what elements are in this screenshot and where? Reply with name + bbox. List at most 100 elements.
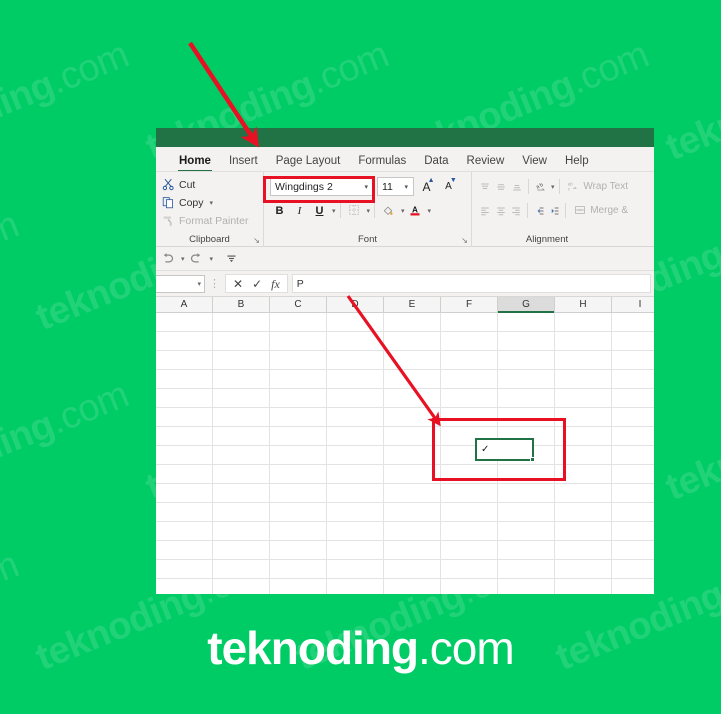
grid-cell[interactable] [384, 522, 441, 540]
grid-cell[interactable] [327, 541, 384, 559]
grid-cell[interactable] [213, 465, 270, 483]
grid-cell[interactable] [270, 370, 327, 388]
grid-cell[interactable] [441, 503, 498, 521]
chevron-down-icon[interactable]: ▾ [367, 207, 371, 215]
grid-cell[interactable] [441, 465, 498, 483]
align-center-button[interactable] [493, 201, 507, 220]
grid-cell[interactable] [441, 313, 498, 331]
grid-cell[interactable] [156, 332, 213, 350]
fill-handle[interactable] [530, 457, 535, 462]
grid-cell[interactable] [441, 484, 498, 502]
grid-cell[interactable] [156, 579, 213, 594]
grid-cell[interactable] [612, 484, 654, 502]
grid-cell[interactable] [612, 579, 654, 594]
grid-cell[interactable] [555, 522, 612, 540]
chevron-down-icon[interactable]: ▾ [210, 255, 214, 263]
grid-cell[interactable] [270, 560, 327, 578]
grid-cell[interactable] [327, 313, 384, 331]
tab-data[interactable]: Data [415, 154, 457, 172]
align-right-button[interactable] [509, 201, 523, 220]
grid-cell[interactable] [555, 503, 612, 521]
grid-cell[interactable] [384, 332, 441, 350]
grid-cell[interactable] [327, 465, 384, 483]
grid-cell[interactable] [612, 446, 654, 464]
tab-insert[interactable]: Insert [220, 154, 267, 172]
grid-cell[interactable] [156, 503, 213, 521]
grid-cell[interactable] [498, 579, 555, 594]
grid-cell[interactable] [612, 465, 654, 483]
grid-cell[interactable] [498, 503, 555, 521]
align-middle-button[interactable] [494, 177, 509, 196]
font-name-combo[interactable]: Wingdings 2 ▾ [270, 177, 374, 196]
column-header-h[interactable]: H [555, 297, 612, 312]
grid-cell[interactable] [612, 313, 654, 331]
font-size-combo[interactable]: 11 ▾ [377, 177, 414, 196]
grid-cell[interactable] [612, 370, 654, 388]
chevron-down-icon[interactable]: ▾ [428, 207, 432, 215]
grid-cell[interactable] [213, 446, 270, 464]
grid-cell[interactable] [156, 408, 213, 426]
font-dialog-launcher-icon[interactable]: ↘ [461, 236, 468, 245]
grid-cell[interactable] [213, 579, 270, 594]
grid-cell[interactable] [213, 370, 270, 388]
chevron-down-icon[interactable]: ▾ [181, 255, 185, 263]
chevron-down-icon[interactable]: ▾ [197, 280, 201, 288]
grid-cell[interactable] [384, 560, 441, 578]
grid-cell[interactable] [384, 503, 441, 521]
customize-quick-access-button[interactable] [223, 252, 240, 265]
grid-cell[interactable] [555, 351, 612, 369]
tab-review[interactable]: Review [458, 154, 514, 172]
grid-cell[interactable] [156, 427, 213, 445]
grid-cell[interactable] [270, 446, 327, 464]
grid-cell[interactable] [156, 351, 213, 369]
grid-cell[interactable] [327, 503, 384, 521]
wrap-text-button[interactable]: ab c Wrap Text [563, 180, 628, 193]
tab-page-layout[interactable]: Page Layout [267, 154, 350, 172]
grid-cell[interactable] [555, 332, 612, 350]
grid-cell[interactable] [156, 484, 213, 502]
grid-cell[interactable] [498, 370, 555, 388]
grid-cell[interactable] [384, 579, 441, 594]
redo-button[interactable] [187, 251, 206, 266]
grid-cell[interactable] [270, 351, 327, 369]
grid-cell[interactable] [555, 446, 612, 464]
tab-view[interactable]: View [513, 154, 556, 172]
column-header-c[interactable]: C [270, 297, 327, 312]
grid-cell[interactable] [612, 503, 654, 521]
grid-cell[interactable] [156, 370, 213, 388]
grid-cell[interactable] [498, 484, 555, 502]
chevron-down-icon[interactable]: ▾ [551, 183, 555, 191]
grid-cell[interactable] [327, 408, 384, 426]
fill-color-button[interactable] [379, 201, 398, 220]
grid-cell[interactable] [270, 522, 327, 540]
grid-cell[interactable] [555, 370, 612, 388]
align-bottom-button[interactable] [510, 177, 525, 196]
column-header-g[interactable]: G [498, 297, 555, 313]
grid-cell[interactable] [555, 313, 612, 331]
grid-cell[interactable] [498, 351, 555, 369]
grid-cell[interactable] [213, 427, 270, 445]
grid-cell[interactable] [441, 579, 498, 594]
grid-cell[interactable] [384, 484, 441, 502]
grid-cell[interactable] [270, 332, 327, 350]
grid-cell[interactable] [441, 389, 498, 407]
formula-input[interactable]: P [291, 274, 651, 293]
grid-cell[interactable] [498, 541, 555, 559]
column-header-f[interactable]: F [441, 297, 498, 312]
merge-center-button[interactable]: Merge & [570, 204, 628, 217]
grid-cell[interactable] [213, 503, 270, 521]
cancel-entry-button[interactable]: ✕ [233, 278, 243, 290]
grid-cell[interactable] [555, 541, 612, 559]
grid-cell[interactable] [384, 465, 441, 483]
grid-cell[interactable] [555, 484, 612, 502]
grid-cell[interactable] [555, 465, 612, 483]
grid-cell[interactable] [156, 389, 213, 407]
grid-cell[interactable] [384, 370, 441, 388]
grid-cell[interactable] [213, 408, 270, 426]
tab-home[interactable]: Home [170, 154, 220, 172]
column-header-a[interactable]: A [156, 297, 213, 312]
underline-button[interactable]: U [310, 201, 329, 220]
grid-cell[interactable] [270, 389, 327, 407]
grid-cell[interactable] [327, 389, 384, 407]
grid-cell[interactable] [612, 541, 654, 559]
